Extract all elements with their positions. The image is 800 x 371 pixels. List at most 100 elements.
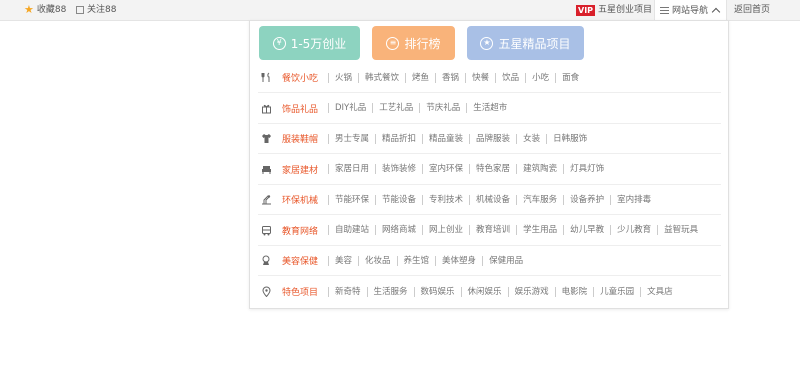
category-item-link[interactable]: 机械设备	[469, 194, 516, 205]
category-row: 饰品礼品 DIY礼品 工艺礼品 节庆礼品 生活超市	[258, 94, 721, 124]
five-star-projects-button[interactable]: ★ 五星精品项目	[467, 26, 584, 60]
category-item-link[interactable]: 品牌服装	[469, 133, 516, 144]
category-row: 教育网络 自助建站 网络商城 网上创业 教育培训 学生用品 幼儿早教 少儿教育 益智玩具	[258, 216, 721, 246]
category-item-link[interactable]: 专利技术	[422, 194, 469, 205]
star-icon: ★	[480, 36, 494, 50]
beauty-icon	[261, 255, 272, 266]
top-bar: ★ 收藏88 关注88 VIP 五星创业项目 网站导航 返回首页	[0, 0, 800, 21]
category-item-link[interactable]: 工艺礼品	[372, 103, 419, 113]
category-row: 美容保健 美容 化妆品 养生馆 美体塑身 保健用品	[258, 246, 721, 276]
follow-label: 关注88	[87, 5, 117, 15]
ranking-label: 排行榜	[404, 36, 441, 51]
category-item-link[interactable]: 饮品	[495, 72, 525, 83]
category-item-link[interactable]: 汽车服务	[516, 194, 563, 205]
category-item-link[interactable]: 精品折扣	[375, 133, 422, 144]
category-item-link[interactable]: 教育培训	[469, 225, 516, 235]
vip-badge: VIP	[576, 4, 596, 16]
category-item-link[interactable]: 保健用品	[482, 255, 529, 266]
star-icon: ★	[24, 3, 34, 16]
category-item-link[interactable]: 少儿教育	[610, 225, 657, 235]
category-item-link[interactable]: 节能环保	[328, 194, 375, 205]
category-item-link[interactable]: 设备养护	[563, 194, 610, 205]
category-title-link[interactable]: 环保机械	[282, 193, 328, 206]
startup-1-5w-label: 1-5万创业	[290, 36, 347, 51]
category-item-link[interactable]: 家居日用	[328, 164, 375, 174]
category-item-link[interactable]: 电影院	[554, 286, 594, 297]
category-item-link[interactable]: 面食	[555, 72, 585, 83]
category-item-link[interactable]: 小吃	[525, 72, 555, 83]
site-nav-toggle[interactable]: 网站导航	[654, 0, 728, 21]
category-item-link[interactable]: 学生用品	[516, 225, 563, 235]
category-items: 自助建站 网络商城 网上创业 教育培训 学生用品 幼儿早教 少儿教育 益智玩具	[328, 225, 704, 235]
category-row: 家居建材 家居日用 装饰装修 室内环保 特色家居 建筑陶瓷 灯具灯饰	[258, 155, 721, 185]
category-item-link[interactable]: 生活服务	[366, 286, 414, 297]
category-item-link[interactable]: 娱乐游戏	[507, 286, 555, 297]
list-icon	[660, 7, 669, 14]
category-item-link[interactable]: DIY礼品	[328, 103, 372, 113]
category-item-link[interactable]: 幼儿早教	[563, 225, 610, 235]
follow-link[interactable]: 关注88	[76, 0, 116, 20]
category-title-link[interactable]: 美容保健	[282, 254, 328, 267]
category-item-link[interactable]: 网络商城	[375, 225, 422, 235]
back-home-label: 返回首页	[734, 5, 771, 15]
category-item-link[interactable]: 室内排毒	[610, 194, 657, 205]
category-item-link[interactable]: 精品童装	[422, 133, 469, 144]
startup-1-5w-button[interactable]: ¥ 1-5万创业	[259, 26, 360, 60]
ranking-icon: ≡	[386, 36, 400, 50]
category-item-link[interactable]: 男士专属	[328, 133, 375, 144]
category-item-link[interactable]: 网上创业	[422, 225, 469, 235]
category-item-link[interactable]: 灯具灯饰	[563, 164, 610, 174]
category-item-link[interactable]: 益智玩具	[657, 225, 704, 235]
ranking-button[interactable]: ≡ 排行榜	[372, 26, 455, 60]
category-item-link[interactable]: 女装	[516, 133, 546, 144]
category-items: 男士专属 精品折扣 精品童装 品牌服装 女装 日韩服饰	[328, 133, 593, 144]
category-items: 新奇特 生活服务 数码娱乐 休闲娱乐 娱乐游戏 电影院 儿童乐园 文具店	[328, 286, 679, 297]
category-item-link[interactable]: 美体塑身	[435, 255, 482, 266]
category-item-link[interactable]: 建筑陶瓷	[516, 164, 563, 174]
chevron-up-icon	[711, 7, 721, 16]
category-item-link[interactable]: 韩式餐饮	[358, 72, 405, 83]
vip-link[interactable]: VIP 五星创业项目	[576, 0, 652, 20]
category-title-link[interactable]: 餐饮小吃	[282, 71, 328, 84]
site-nav-dropdown: ¥ 1-5万创业 ≡ 排行榜 ★ 五星精品项目 餐饮小吃 火锅 韩式餐饮 烤鱼 香锅 快餐…	[249, 20, 729, 309]
category-item-link[interactable]: 新奇特	[328, 286, 367, 297]
category-item-link[interactable]: 装饰装修	[375, 164, 422, 174]
category-item-link[interactable]: 生活超市	[466, 103, 513, 113]
category-item-link[interactable]: 休闲娱乐	[460, 286, 508, 297]
bus-icon	[261, 225, 272, 236]
category-title-link[interactable]: 饰品礼品	[282, 102, 328, 115]
category-item-link[interactable]: 节能设备	[375, 194, 422, 205]
five-star-projects-label: 五星精品项目	[498, 36, 571, 51]
category-item-link[interactable]: 美容	[328, 255, 358, 266]
category-items: 家居日用 装饰装修 室内环保 特色家居 建筑陶瓷 灯具灯饰	[328, 164, 610, 174]
category-item-link[interactable]: 特色家居	[469, 164, 516, 174]
favorites-label: 收藏88	[36, 5, 67, 15]
category-title-link[interactable]: 特色项目	[282, 285, 328, 298]
category-item-link[interactable]: 快餐	[465, 72, 495, 83]
favorites-link[interactable]: ★ 收藏88	[24, 0, 66, 20]
back-home-link[interactable]: 返回首页	[734, 0, 770, 20]
category-item-link[interactable]: 室内环保	[422, 164, 469, 174]
money-icon: ¥	[272, 36, 286, 50]
category-item-link[interactable]: 烤鱼	[405, 72, 435, 83]
category-title-link[interactable]: 服装鞋帽	[282, 132, 328, 145]
category-title-link[interactable]: 教育网络	[282, 224, 328, 237]
category-item-link[interactable]: 火锅	[328, 72, 358, 83]
category-item-link[interactable]: 养生馆	[396, 255, 436, 266]
category-item-link[interactable]: 节庆礼品	[419, 103, 466, 113]
category-row: 餐饮小吃 火锅 韩式餐饮 烤鱼 香锅 快餐 饮品 小吃 面食	[258, 63, 721, 93]
category-items: 火锅 韩式餐饮 烤鱼 香锅 快餐 饮品 小吃 面食	[328, 72, 585, 83]
category-item-link[interactable]: 香锅	[435, 72, 465, 83]
gift-icon	[261, 103, 272, 114]
category-title-link[interactable]: 家居建材	[282, 163, 328, 176]
category-item-link[interactable]: 自助建站	[328, 225, 375, 235]
category-item-link[interactable]: 化妆品	[358, 255, 397, 266]
follow-icon	[76, 6, 84, 14]
category-row: 环保机械 节能环保 节能设备 专利技术 机械设备 汽车服务 设备养护 室内排毒	[258, 185, 721, 215]
category-item-link[interactable]: 儿童乐园	[593, 286, 640, 297]
category-row: 特色项目 新奇特 生活服务 数码娱乐 休闲娱乐 娱乐游戏 电影院 儿童乐园 文具店	[258, 277, 721, 307]
category-item-link[interactable]: 数码娱乐	[413, 286, 461, 297]
category-item-link[interactable]: 日韩服饰	[546, 133, 593, 144]
category-item-link[interactable]: 文具店	[640, 286, 679, 297]
fork-knife-icon	[261, 72, 272, 83]
